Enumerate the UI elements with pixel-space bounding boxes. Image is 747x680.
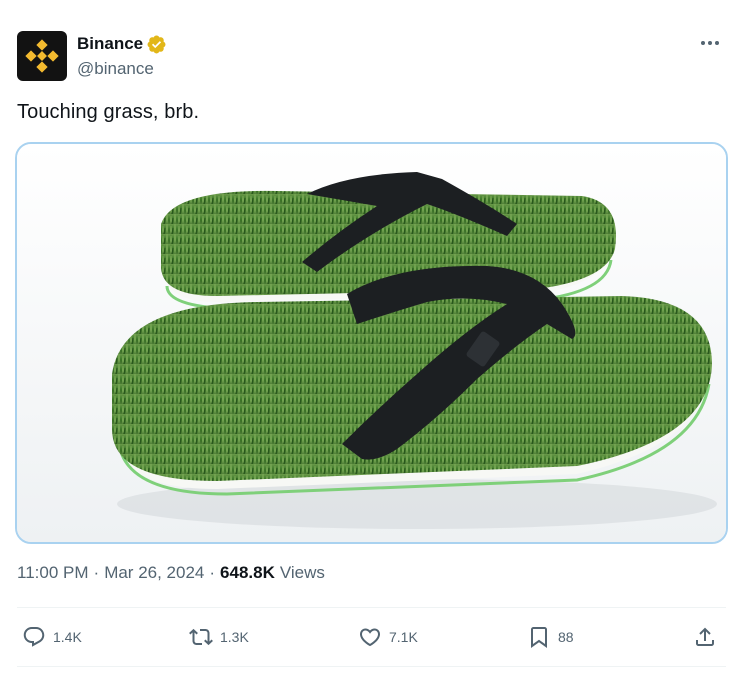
bookmark-count: 88 bbox=[558, 629, 574, 645]
tweet-time[interactable]: 11:00 PM bbox=[17, 563, 89, 583]
heart-icon bbox=[359, 628, 381, 647]
share-button[interactable] bbox=[693, 622, 717, 652]
tweet-meta: 11:00 PM · Mar 26, 2024 · 648.8K Views bbox=[17, 563, 325, 583]
like-count: 7.1K bbox=[389, 629, 418, 645]
tweet-date[interactable]: Mar 26, 2024 bbox=[104, 563, 204, 583]
views-count: 648.8K bbox=[220, 563, 275, 582]
action-bar: 1.4K 1.3K 7.1K 88 bbox=[17, 622, 726, 652]
bookmark-icon bbox=[531, 627, 547, 648]
meta-separator: · bbox=[93, 563, 100, 582]
reply-count: 1.4K bbox=[53, 629, 82, 645]
tweet-media[interactable] bbox=[15, 142, 728, 544]
reply-icon bbox=[23, 627, 45, 647]
meta-separator: · bbox=[209, 563, 216, 582]
views-label: Views bbox=[279, 563, 325, 582]
bookmark-button[interactable]: 88 bbox=[527, 622, 574, 652]
grass-flip-flops-image bbox=[17, 144, 726, 542]
like-button[interactable]: 7.1K bbox=[358, 622, 418, 652]
avatar[interactable] bbox=[17, 31, 67, 81]
handle[interactable]: @binance bbox=[77, 59, 167, 79]
repost-count: 1.3K bbox=[220, 629, 249, 645]
tweet-text: Touching grass, brb. bbox=[17, 101, 200, 123]
binance-logo-icon bbox=[25, 39, 59, 73]
display-name[interactable]: Binance bbox=[77, 34, 143, 54]
divider bbox=[17, 607, 726, 608]
tweet-header: Binance @binance bbox=[17, 31, 730, 83]
reply-button[interactable]: 1.4K bbox=[22, 622, 82, 652]
share-icon bbox=[696, 627, 714, 646]
author-names: Binance @binance bbox=[77, 33, 167, 79]
verified-badge-icon bbox=[147, 35, 166, 53]
divider bbox=[17, 666, 726, 667]
repost-button[interactable]: 1.3K bbox=[189, 622, 249, 652]
repost-icon bbox=[189, 628, 213, 646]
more-options-icon[interactable] bbox=[696, 31, 724, 55]
